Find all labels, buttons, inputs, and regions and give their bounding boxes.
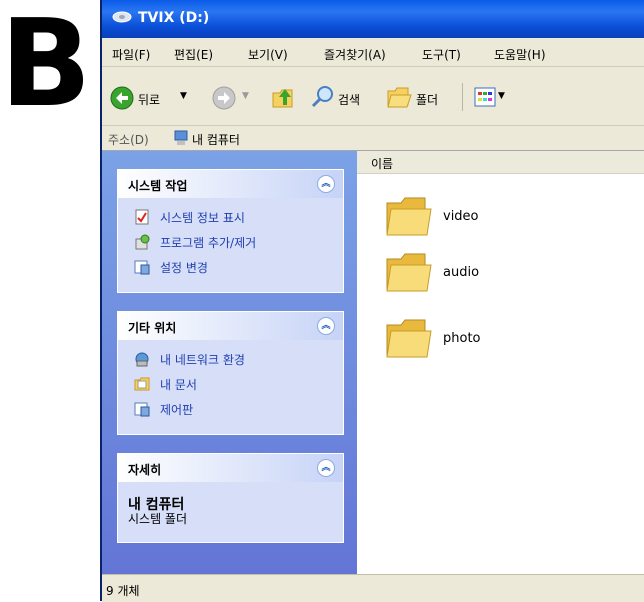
- details-title: 자세히: [128, 463, 162, 477]
- folder-icon: [386, 253, 432, 292]
- back-label: 뒤로: [138, 93, 161, 107]
- system-tasks-panel: 시스템 작업 ︽ 시스템 정보 표시 프로그램 추가/제거 설정 변경: [117, 169, 344, 293]
- my-computer-icon: [174, 130, 188, 145]
- system-info-icon: [135, 209, 149, 225]
- back-dropdown-icon[interactable]: ▼: [180, 91, 187, 101]
- column-header-name[interactable]: 이름: [357, 151, 644, 174]
- collapse-icon[interactable]: ︽: [317, 317, 335, 335]
- menu-favorites[interactable]: 즐겨찾기(A): [324, 46, 386, 63]
- folder-icon: [386, 197, 432, 236]
- toolbar: 뒤로 ▼ ▼ 검색 폴더 ▼: [102, 67, 644, 126]
- collapse-icon[interactable]: ︽: [317, 175, 335, 193]
- details-type: 시스템 폴더: [128, 512, 188, 526]
- forward-dropdown-icon[interactable]: ▼: [242, 91, 249, 101]
- folder-item[interactable]: audio: [385, 251, 585, 295]
- window-title: TVIX (D:): [138, 10, 210, 26]
- folder-item[interactable]: video: [385, 195, 585, 239]
- overlay-letter: B: [0, 0, 91, 134]
- status-text: 9 개체: [106, 584, 140, 598]
- folder-item[interactable]: photo: [385, 317, 585, 361]
- network-icon: [135, 352, 149, 367]
- menu-edit[interactable]: 편집(E): [174, 46, 213, 63]
- menu-view[interactable]: 보기(V): [248, 46, 288, 63]
- menu-bar: 파일(F) 편집(E) 보기(V) 즐겨찾기(A) 도구(T) 도움말(H): [102, 38, 644, 67]
- other-places-panel: 기타 위치 ︽ 내 네트워크 환경 내 문서 제어판: [117, 311, 344, 435]
- menu-help[interactable]: 도움말(H): [494, 46, 546, 63]
- details-header[interactable]: 자세히 ︽: [118, 454, 343, 482]
- menu-file[interactable]: 파일(F): [112, 46, 150, 63]
- up-folder-button[interactable]: [270, 83, 296, 111]
- file-list: 이름 video audio photo: [357, 151, 644, 574]
- my-documents-icon: [134, 377, 150, 391]
- system-tasks-header[interactable]: 시스템 작업 ︽: [118, 170, 343, 198]
- add-remove-programs-icon: [135, 234, 150, 250]
- address-label: 주소(D): [108, 133, 149, 147]
- drive-icon: [112, 11, 132, 23]
- folders-icon: [387, 87, 412, 108]
- system-tasks-title: 시스템 작업: [128, 179, 188, 193]
- details-panel: 자세히 ︽ 내 컴퓨터 시스템 폴더: [117, 453, 344, 543]
- status-bar: 9 개체: [102, 574, 644, 602]
- menu-tools[interactable]: 도구(T): [422, 46, 461, 63]
- task-label: 설정 변경: [160, 261, 208, 275]
- folder-name: audio: [443, 265, 480, 280]
- views-dropdown-icon[interactable]: ▼: [498, 91, 505, 101]
- place-my-network[interactable]: 내 네트워크 환경: [118, 346, 343, 371]
- views-icon[interactable]: [474, 87, 496, 107]
- place-label: 내 네트워크 환경: [160, 353, 245, 367]
- place-control-panel[interactable]: 제어판: [118, 396, 343, 421]
- folder-name: video: [443, 209, 479, 224]
- place-my-documents[interactable]: 내 문서: [118, 371, 343, 396]
- collapse-icon[interactable]: ︽: [317, 459, 335, 477]
- task-label: 프로그램 추가/제거: [160, 236, 257, 250]
- task-pane: 시스템 작업 ︽ 시스템 정보 표시 프로그램 추가/제거 설정 변경 기타 위…: [102, 151, 357, 574]
- search-icon: [311, 86, 333, 108]
- place-label: 내 문서: [160, 378, 197, 392]
- address-input[interactable]: 내 컴퓨터: [192, 131, 240, 148]
- explorer-window: TVIX (D:) 파일(F) 편집(E) 보기(V) 즐겨찾기(A) 도구(T…: [100, 0, 644, 602]
- task-show-system-info[interactable]: 시스템 정보 표시: [118, 204, 343, 229]
- other-places-title: 기타 위치: [128, 321, 177, 335]
- task-change-settings[interactable]: 설정 변경: [118, 254, 343, 279]
- control-panel-icon: [134, 260, 150, 275]
- control-panel-icon: [134, 402, 150, 417]
- forward-button[interactable]: [212, 86, 236, 110]
- back-arrow-icon: [110, 86, 134, 110]
- column-header-label: 이름: [371, 157, 394, 171]
- folders-label: 폴더: [416, 93, 439, 107]
- folder-name: photo: [443, 331, 481, 346]
- task-label: 시스템 정보 표시: [160, 211, 245, 225]
- place-label: 제어판: [160, 403, 194, 417]
- address-bar: 주소(D) 내 컴퓨터: [102, 126, 644, 151]
- toolbar-divider: [462, 83, 463, 111]
- search-label: 검색: [338, 93, 361, 107]
- folder-icon: [386, 319, 432, 358]
- task-add-remove-programs[interactable]: 프로그램 추가/제거: [118, 229, 343, 254]
- other-places-header[interactable]: 기타 위치 ︽: [118, 312, 343, 340]
- title-bar[interactable]: TVIX (D:): [102, 0, 644, 38]
